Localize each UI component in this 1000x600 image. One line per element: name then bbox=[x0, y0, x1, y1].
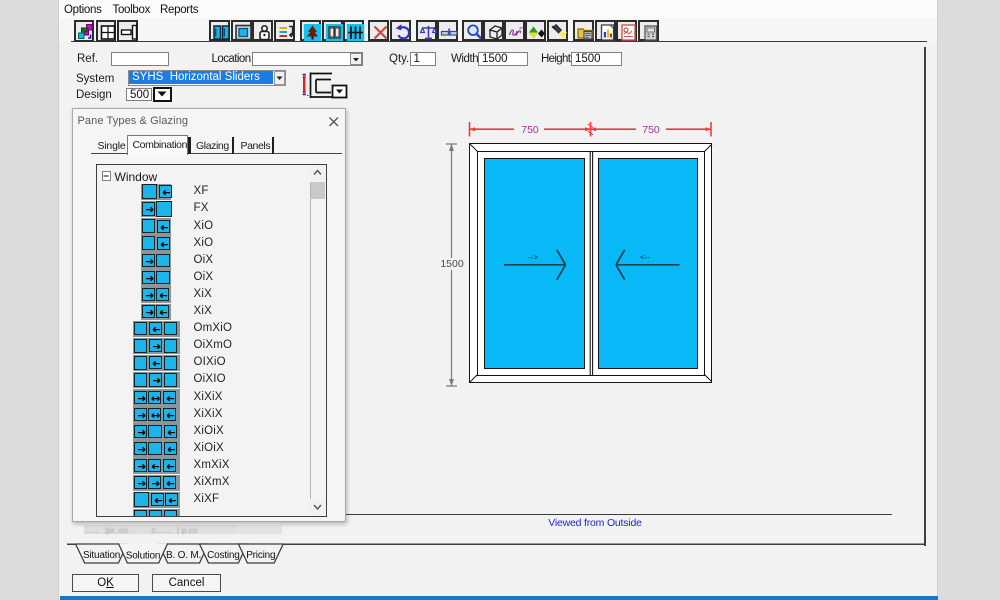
svg-text:Pricing: Pricing bbox=[246, 550, 275, 561]
svg-text:Solution: Solution bbox=[126, 551, 161, 562]
svg-text:<--: <-- bbox=[640, 253, 650, 262]
svg-text:Situation: Situation bbox=[83, 550, 120, 561]
svg-text:B. O. M.: B. O. M. bbox=[166, 550, 201, 561]
svg-text:Costing: Costing bbox=[207, 550, 240, 561]
svg-text:-->: --> bbox=[528, 253, 538, 262]
